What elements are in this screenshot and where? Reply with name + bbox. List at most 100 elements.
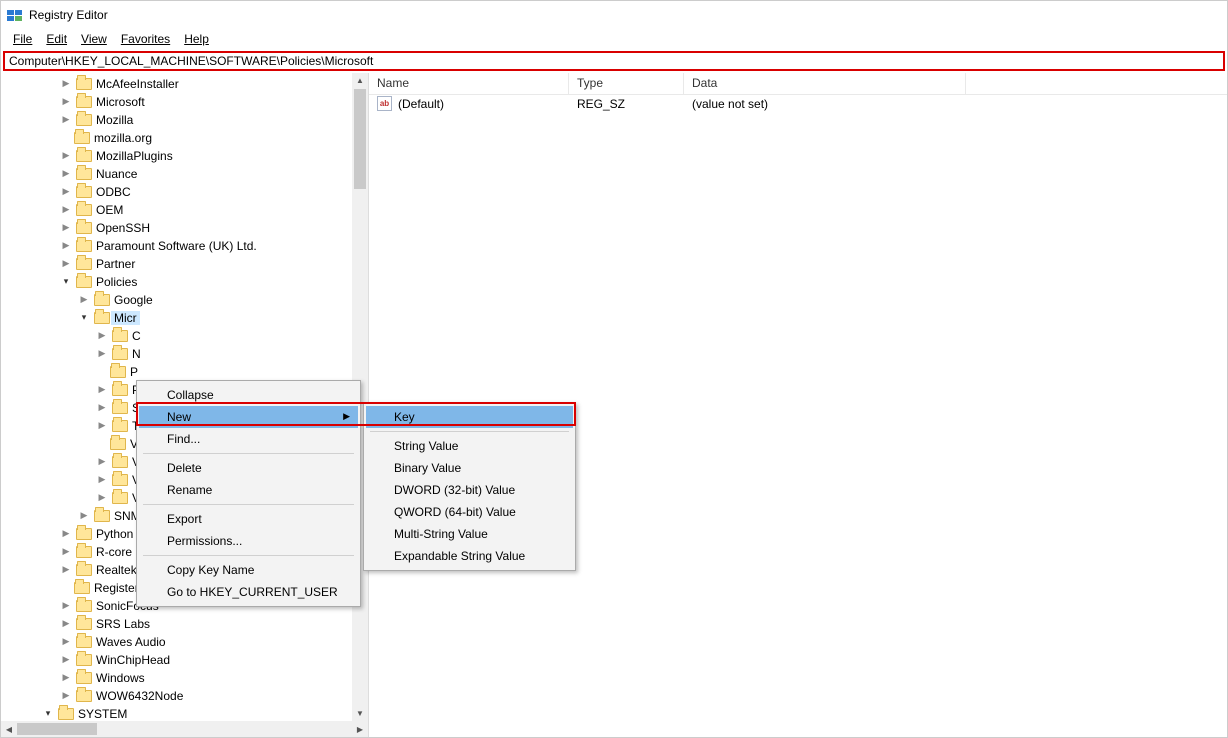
context-submenu-new[interactable]: Key String ValueBinary ValueDWORD (32-bit… xyxy=(363,402,576,571)
chevron-right-icon[interactable]: ▶ xyxy=(59,527,73,541)
chevron-down-icon[interactable]: ▾ xyxy=(59,275,73,289)
scroll-right-icon[interactable]: ▶ xyxy=(352,721,368,737)
chevron-right-icon[interactable]: ▶ xyxy=(59,635,73,649)
chevron-right-icon[interactable]: ▶ xyxy=(95,401,109,415)
column-name[interactable]: Name xyxy=(369,73,569,94)
context-menu-item[interactable]: Key xyxy=(366,406,573,428)
tree-item[interactable]: ▾SYSTEM xyxy=(1,705,368,721)
tree-item[interactable]: ▶N xyxy=(1,345,368,363)
context-menu-item[interactable]: String Value xyxy=(366,435,573,457)
chevron-right-icon[interactable]: ▶ xyxy=(95,455,109,469)
tree-item[interactable]: ▶SRS Labs xyxy=(1,615,368,633)
context-menu-item[interactable]: Rename xyxy=(139,479,358,501)
context-menu-item[interactable]: Go to HKEY_CURRENT_USER xyxy=(139,581,358,603)
values-list[interactable]: ab(Default)REG_SZ(value not set) xyxy=(369,95,1227,113)
context-menu-item[interactable]: New▶ xyxy=(139,406,358,428)
chevron-right-icon[interactable]: ▶ xyxy=(59,167,73,181)
menu-favorites[interactable]: Favorites xyxy=(115,30,176,48)
chevron-right-icon[interactable]: ▶ xyxy=(95,473,109,487)
folder-icon xyxy=(111,490,129,506)
chevron-right-icon[interactable]: ▶ xyxy=(95,491,109,505)
context-menu-item[interactable]: Collapse xyxy=(139,384,358,406)
menu-help[interactable]: Help xyxy=(178,30,215,48)
chevron-right-icon[interactable]: ▶ xyxy=(59,671,73,685)
tree-item-label: Python xyxy=(93,527,136,541)
chevron-right-icon[interactable]: ▶ xyxy=(95,347,109,361)
chevron-right-icon[interactable]: ▶ xyxy=(59,149,73,163)
context-menu-item[interactable]: Export xyxy=(139,508,358,530)
tree-item[interactable]: ▶Microsoft xyxy=(1,93,368,111)
value-row[interactable]: ab(Default)REG_SZ(value not set) xyxy=(369,95,1227,113)
tree-item[interactable]: P xyxy=(1,363,368,381)
chevron-down-icon[interactable]: ▾ xyxy=(41,707,55,721)
tree-item[interactable]: ▶Waves Audio xyxy=(1,633,368,651)
tree-item[interactable]: ▶C xyxy=(1,327,368,345)
context-menu-item[interactable]: Copy Key Name xyxy=(139,559,358,581)
tree-item[interactable]: ▶McAfeeInstaller xyxy=(1,75,368,93)
chevron-right-icon[interactable]: ▶ xyxy=(59,545,73,559)
chevron-right-icon[interactable]: ▶ xyxy=(95,419,109,433)
tree-item[interactable]: ▾Micr xyxy=(1,309,368,327)
scrollbar-h-track[interactable] xyxy=(17,721,352,737)
tree-item[interactable]: ▶OpenSSH xyxy=(1,219,368,237)
context-menu-item[interactable]: Find... xyxy=(139,428,358,450)
tree-item[interactable]: ▶Mozilla xyxy=(1,111,368,129)
context-menu-item[interactable]: Multi-String Value xyxy=(366,523,573,545)
tree-item[interactable]: ▶OEM xyxy=(1,201,368,219)
tree-item[interactable]: ▶Paramount Software (UK) Ltd. xyxy=(1,237,368,255)
tree-item[interactable]: ▶WOW6432Node xyxy=(1,687,368,705)
context-menu-label: Rename xyxy=(167,483,212,497)
menu-edit[interactable]: Edit xyxy=(40,30,73,48)
address-bar[interactable] xyxy=(3,51,1225,71)
chevron-right-icon[interactable]: ▶ xyxy=(59,95,73,109)
chevron-down-icon[interactable]: ▾ xyxy=(77,311,91,325)
context-menu-label: Export xyxy=(167,512,202,526)
chevron-right-icon[interactable]: ▶ xyxy=(59,221,73,235)
column-type[interactable]: Type xyxy=(569,73,684,94)
chevron-right-icon[interactable]: ▶ xyxy=(59,185,73,199)
chevron-right-icon[interactable]: ▶ xyxy=(59,617,73,631)
context-menu-item[interactable]: Expandable String Value xyxy=(366,545,573,567)
tree-item[interactable]: ▾Policies xyxy=(1,273,368,291)
chevron-right-icon[interactable]: ▶ xyxy=(77,509,91,523)
tree-item[interactable]: ▶WinChipHead xyxy=(1,651,368,669)
tree-item[interactable]: ▶Partner xyxy=(1,255,368,273)
chevron-right-icon[interactable]: ▶ xyxy=(77,293,91,307)
context-menu[interactable]: CollapseNew▶Find... Delete Rename Export Per… xyxy=(136,380,361,607)
column-data[interactable]: Data xyxy=(684,73,966,94)
tree-item-label: Realtek xyxy=(93,563,140,577)
tree-scrollbar-horizontal[interactable]: ◀ ▶ xyxy=(1,721,368,737)
chevron-right-icon[interactable]: ▶ xyxy=(59,257,73,271)
chevron-right-icon[interactable]: ▶ xyxy=(95,383,109,397)
context-menu-item[interactable]: QWORD (64-bit) Value xyxy=(366,501,573,523)
menu-file[interactable]: File xyxy=(7,30,38,48)
chevron-right-icon[interactable]: ▶ xyxy=(59,113,73,127)
chevron-right-icon[interactable]: ▶ xyxy=(59,653,73,667)
tree-item[interactable]: ▶MozillaPlugins xyxy=(1,147,368,165)
chevron-right-icon[interactable]: ▶ xyxy=(59,599,73,613)
context-menu-item[interactable]: Delete xyxy=(139,457,358,479)
context-menu-item[interactable]: Binary Value xyxy=(366,457,573,479)
chevron-right-icon[interactable]: ▶ xyxy=(59,239,73,253)
scroll-up-icon[interactable]: ▲ xyxy=(352,73,368,89)
scroll-left-icon[interactable]: ◀ xyxy=(1,721,17,737)
scrollbar-h-thumb[interactable] xyxy=(17,723,97,735)
tree-item[interactable]: ▶Windows xyxy=(1,669,368,687)
chevron-right-icon[interactable]: ▶ xyxy=(59,563,73,577)
context-menu-item[interactable]: Permissions... xyxy=(139,530,358,552)
chevron-right-icon[interactable]: ▶ xyxy=(95,329,109,343)
scroll-down-icon[interactable]: ▼ xyxy=(352,705,368,721)
value-type: REG_SZ xyxy=(569,97,684,111)
chevron-right-icon[interactable]: ▶ xyxy=(59,203,73,217)
chevron-right-icon[interactable]: ▶ xyxy=(59,689,73,703)
tree-item[interactable]: ▶ODBC xyxy=(1,183,368,201)
tree-item[interactable]: ▶Nuance xyxy=(1,165,368,183)
tree-item[interactable]: mozilla.org xyxy=(1,129,368,147)
menu-view[interactable]: View xyxy=(75,30,113,48)
scrollbar-thumb[interactable] xyxy=(354,89,366,189)
context-menu-item[interactable]: DWORD (32-bit) Value xyxy=(366,479,573,501)
folder-icon xyxy=(75,274,93,290)
chevron-right-icon[interactable]: ▶ xyxy=(59,77,73,91)
folder-icon xyxy=(75,166,93,182)
tree-item[interactable]: ▶Google xyxy=(1,291,368,309)
